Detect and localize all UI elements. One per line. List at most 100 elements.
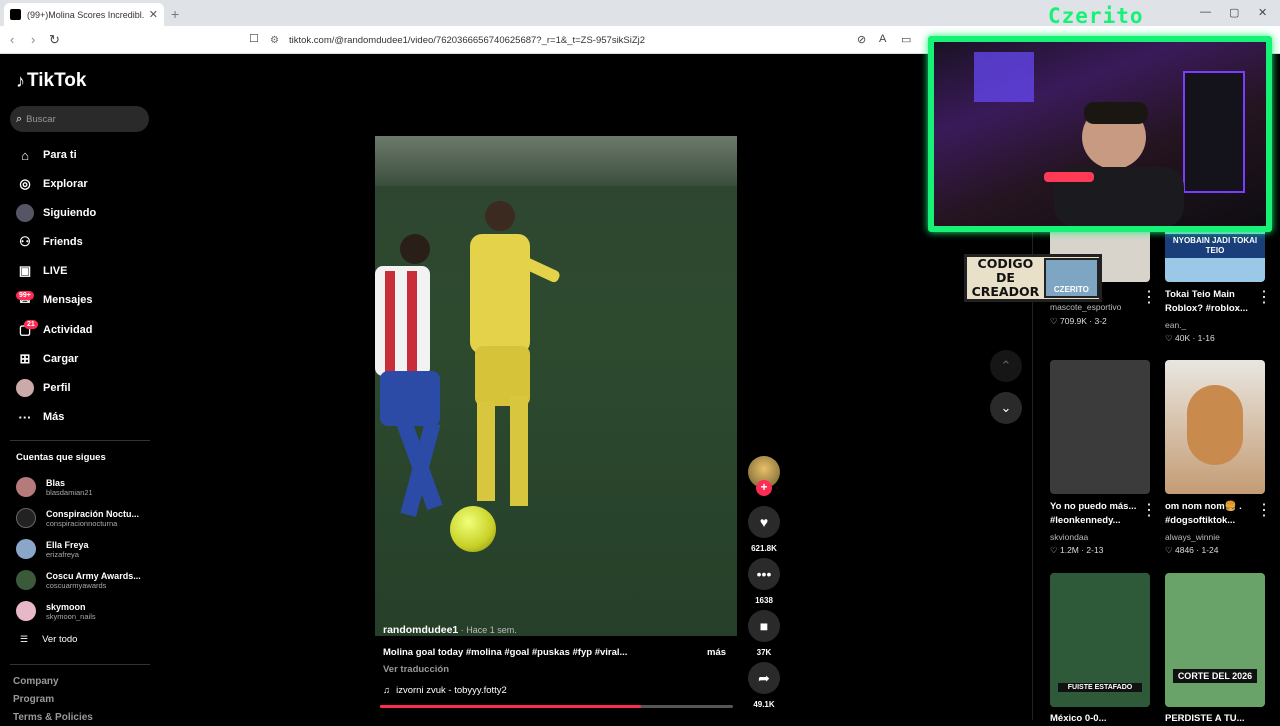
thumb-banner: FUISTE ESTAFADO xyxy=(1058,683,1142,692)
related-thumb[interactable]: CORTE DEL 2026 xyxy=(1165,573,1265,707)
avatar xyxy=(16,508,36,528)
account-handle: conspiracionnocturna xyxy=(46,518,118,528)
nav-label: Para ti xyxy=(43,149,77,161)
url-field[interactable]: ⚙ tiktok.com/@randomdudee1/video/7620366… xyxy=(270,30,930,50)
translate-icon[interactable]: A xyxy=(879,33,886,45)
related-thumb[interactable]: FUISTE ESTAFADO xyxy=(1050,573,1150,707)
follow-plus-icon[interactable]: + xyxy=(756,480,772,496)
related-thumb[interactable] xyxy=(1050,360,1150,494)
nav-friends[interactable]: ⚇ Friends xyxy=(16,231,83,253)
related-thumb[interactable] xyxy=(1165,360,1265,494)
previous-video-button[interactable]: ⌃ xyxy=(990,350,1022,382)
related-title[interactable]: Tokai Teio Main Roblox? #roblox... xyxy=(1165,288,1265,316)
next-video-button[interactable]: ⌄ xyxy=(990,392,1022,424)
video-author[interactable]: randomdudee1 · Hace 1 sem. xyxy=(383,624,517,636)
site-info-icon[interactable]: ⚙ xyxy=(270,35,279,46)
account-name: skymoon xyxy=(46,601,86,612)
related-author[interactable]: always_winnie xyxy=(1165,532,1220,542)
cast-icon[interactable]: ▭ xyxy=(901,33,911,46)
related-title[interactable]: PERDISTE A TU... xyxy=(1165,712,1265,726)
webcam-overlay xyxy=(928,36,1272,232)
save-button[interactable]: ■ 37K xyxy=(748,610,780,657)
nav-siguiendo[interactable]: Siguiendo xyxy=(16,202,96,224)
comment-button[interactable]: ••• 1638 xyxy=(748,558,780,605)
footer-program[interactable]: Program xyxy=(13,694,54,705)
related-title[interactable]: México 0-0... xyxy=(1050,712,1150,726)
reload-icon[interactable]: ↻ xyxy=(49,32,60,48)
tiktok-logo[interactable]: ♪ TikTok xyxy=(16,70,86,92)
footer-company[interactable]: Company xyxy=(13,676,59,687)
related-author[interactable]: mascote_esportivo xyxy=(1050,302,1121,312)
tracking-icon[interactable]: ⊘ xyxy=(857,33,866,46)
more-dots-icon: ··· xyxy=(18,409,32,425)
related-stats: ♡ 40K · 1-16 xyxy=(1165,333,1215,344)
video-player[interactable] xyxy=(375,136,737,636)
following-account[interactable]: Conspiración Noctu... conspiracionnocturn… xyxy=(16,505,156,531)
nav-perfil[interactable]: Perfil xyxy=(16,377,71,399)
footer-terms[interactable]: Terms & Policies xyxy=(13,712,93,723)
share-button[interactable]: ➦ 49.1K xyxy=(748,662,780,709)
following-account[interactable]: Blas blasdamian21 xyxy=(16,474,156,500)
close-tab-icon[interactable]: ✕ xyxy=(149,8,158,21)
compass-icon: ◎ xyxy=(19,176,31,191)
maximize-icon[interactable]: ▢ xyxy=(1229,6,1239,19)
nav-mas[interactable]: ··· Más xyxy=(16,406,65,428)
avatar xyxy=(16,539,36,559)
heart-outline-icon: ♡ xyxy=(1050,545,1060,555)
bookmark-icon[interactable]: ☐ xyxy=(249,32,259,45)
like-button[interactable]: ♥ 621.8K xyxy=(748,506,780,553)
following-account[interactable]: Coscu Army Awards... coscuarmyawards xyxy=(16,567,156,593)
browser-tab[interactable]: (99+)Molina Scores Incredibl... ✕ xyxy=(4,3,164,26)
video-progress-bar[interactable] xyxy=(380,705,733,708)
progress-fill xyxy=(380,705,642,708)
account-handle: coscuarmyawards xyxy=(46,580,107,590)
more-dots-icon[interactable]: ⋮ xyxy=(1141,287,1157,307)
nav-live[interactable]: ▣ LIVE xyxy=(16,260,68,282)
post-time: · Hace 1 sem. xyxy=(458,625,517,635)
nav-label: Explorar xyxy=(43,178,88,190)
comment-icon: ••• xyxy=(748,558,780,590)
brand-name: TikTok xyxy=(27,70,87,91)
forward-icon[interactable]: › xyxy=(31,32,35,47)
nav-label: Más xyxy=(43,411,65,423)
translate-link[interactable]: Ver traducción xyxy=(383,664,449,675)
search-icon: ⌕ xyxy=(16,112,23,125)
share-icon: ➦ xyxy=(748,662,780,694)
account-name: Conspiración Noctu... xyxy=(46,508,140,519)
heart-icon: ♥ xyxy=(748,506,780,538)
see-all-link[interactable]: ☰ Ver todo xyxy=(20,634,77,645)
likes-count: 621.8K xyxy=(751,544,777,553)
nav-label: Cargar xyxy=(43,353,79,365)
related-author[interactable]: skviondaa xyxy=(1050,532,1088,542)
streamer-name-overlay: Czerito xyxy=(1048,4,1144,28)
more-button[interactable]: más xyxy=(707,647,726,658)
thumb-banner: NYOBAIN JADI TOKAI TEIO xyxy=(1165,234,1265,258)
nav-explorar[interactable]: ◎ Explorar xyxy=(16,173,88,195)
avatar xyxy=(16,570,36,590)
new-tab-icon[interactable]: + xyxy=(171,6,179,22)
video-description: Molina goal today #molina #goal #puskas … xyxy=(383,647,628,658)
divider xyxy=(10,440,150,441)
related-author[interactable]: ean._ xyxy=(1165,320,1186,330)
following-account[interactable]: Ella Freya erizafreya xyxy=(16,536,156,562)
minimize-icon[interactable]: — xyxy=(1200,6,1211,18)
chevron-up-icon: ⌃ xyxy=(1000,358,1012,373)
messages-badge: 99+ xyxy=(16,291,34,300)
related-title[interactable]: om nom nom🍔 . #dogsoftiktok... xyxy=(1165,500,1265,528)
activity-badge: 21 xyxy=(24,320,38,329)
avatar xyxy=(16,477,36,497)
nav-label: LIVE xyxy=(43,265,68,277)
saves-count: 37K xyxy=(756,648,772,657)
search-input[interactable]: ⌕ Buscar xyxy=(10,106,149,132)
nav-para-ti[interactable]: ⌂ Para ti xyxy=(16,144,77,166)
music-link[interactable]: ♫ izvorni zvuk - tobyyy.fotty2 xyxy=(383,685,507,696)
see-all-label: Ver todo xyxy=(42,634,78,645)
related-title[interactable]: Yo no puedo más... #leonkennedy... xyxy=(1050,500,1150,528)
following-header: Cuentas que sigues xyxy=(16,452,106,463)
following-avatar-icon xyxy=(16,204,34,222)
close-window-icon[interactable]: ✕ xyxy=(1258,6,1267,19)
following-account[interactable]: skymoon skymoon_nails xyxy=(16,598,156,624)
stats-text: 709.9K · 3-2 xyxy=(1059,316,1107,326)
back-icon[interactable]: ‹ xyxy=(10,32,14,47)
nav-cargar[interactable]: ⊞ Cargar xyxy=(16,348,79,370)
